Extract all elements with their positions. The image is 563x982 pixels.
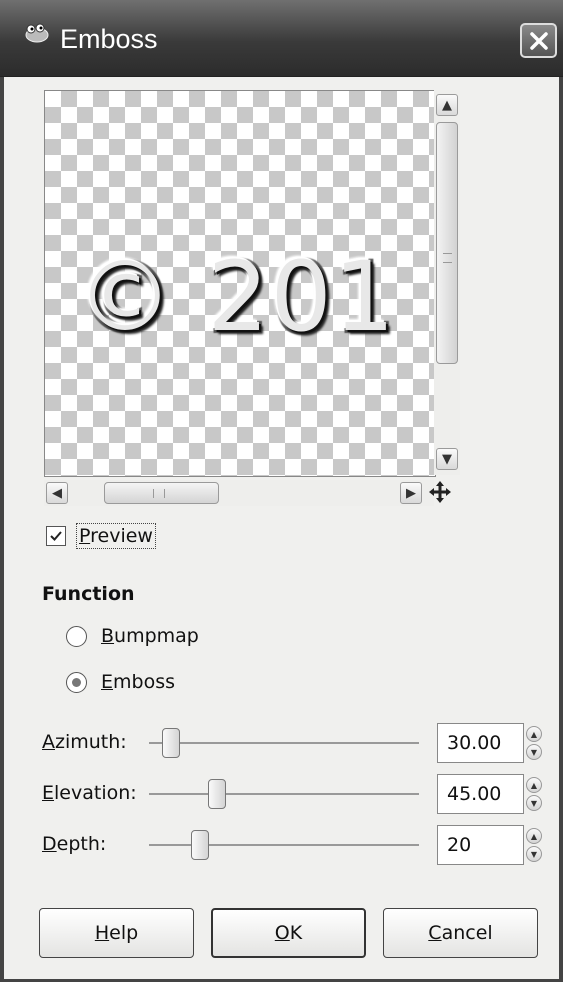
azimuth-value-field[interactable]: 30.00	[437, 723, 524, 763]
depth-slider-track[interactable]	[149, 844, 419, 846]
radio-button[interactable]	[66, 625, 87, 647]
ok-button[interactable]: OK	[211, 908, 366, 958]
elevation-spinner[interactable]: ▲ ▼	[524, 774, 544, 814]
depth-spinner[interactable]: ▲ ▼	[524, 825, 544, 865]
spin-up-icon[interactable]: ▲	[526, 726, 542, 742]
gimp-wilber-icon	[25, 23, 49, 43]
chevron-left-icon: ◀	[52, 485, 62, 501]
help-button[interactable]: Help	[39, 908, 194, 958]
scroll-down-button[interactable]: ▼	[436, 448, 458, 470]
spin-down-icon[interactable]: ▼	[526, 795, 542, 811]
radio-label: Emboss	[101, 671, 176, 693]
checkmark-icon	[50, 531, 62, 541]
radio-emboss[interactable]: Emboss	[66, 668, 175, 696]
close-icon	[529, 31, 548, 50]
preview-vertical-scrollbar[interactable]: ▲ ▼	[434, 90, 460, 475]
preview-canvas[interactable]: © 201	[44, 90, 436, 477]
depth-label: Depth:	[42, 833, 107, 855]
depth-slider-thumb[interactable]	[191, 830, 210, 860]
elevation-row: Elevation: 45.00 ▲ ▼	[4, 773, 559, 815]
window-title: Emboss	[60, 24, 158, 54]
radio-selected-dot	[72, 677, 81, 687]
scroll-up-button[interactable]: ▲	[436, 94, 458, 116]
scroll-right-button[interactable]: ▶	[400, 482, 422, 504]
azimuth-label: Azimuth:	[42, 731, 127, 753]
elevation-label: Elevation:	[42, 782, 137, 804]
preview-toggle[interactable]: Preview	[46, 521, 156, 551]
navigate-move-icon[interactable]	[428, 480, 452, 504]
spin-up-icon[interactable]: ▲	[526, 777, 542, 793]
chevron-down-icon: ▼	[442, 451, 452, 467]
preview-checkbox[interactable]	[46, 526, 66, 546]
depth-value-field[interactable]: 20	[437, 825, 524, 865]
spin-up-icon[interactable]: ▲	[526, 828, 542, 844]
vertical-scroll-thumb[interactable]	[436, 122, 458, 364]
chevron-up-icon: ▲	[442, 97, 452, 113]
chevron-right-icon: ▶	[406, 485, 416, 501]
radio-button[interactable]	[66, 671, 87, 693]
radio-label: Bumpmap	[101, 625, 199, 647]
elevation-slider-thumb[interactable]	[207, 779, 226, 809]
azimuth-slider-track[interactable]	[149, 742, 419, 744]
preview-horizontal-scrollbar[interactable]: ◀ ▶	[44, 480, 434, 506]
radio-bumpmap[interactable]: Bumpmap	[66, 622, 199, 650]
preview-image-text: © 201	[77, 241, 397, 353]
grip-icon	[443, 253, 452, 263]
function-section-title: Function	[42, 583, 135, 605]
depth-row: Depth: 20 ▲ ▼	[4, 824, 559, 866]
elevation-value-field[interactable]: 45.00	[437, 774, 524, 814]
azimuth-spinner[interactable]: ▲ ▼	[524, 723, 544, 763]
preview-label: Preview	[76, 523, 156, 549]
close-button[interactable]	[520, 23, 557, 58]
cancel-button[interactable]: Cancel	[383, 908, 538, 958]
horizontal-scroll-thumb[interactable]	[104, 482, 219, 504]
title-bar[interactable]: Emboss	[0, 0, 563, 77]
grip-icon	[153, 489, 165, 498]
azimuth-row: Azimuth: 30.00 ▲ ▼	[4, 722, 559, 764]
azimuth-slider-thumb[interactable]	[162, 728, 181, 758]
elevation-slider-track[interactable]	[149, 793, 419, 795]
emboss-dialog: Emboss © 201 ▲ ▼ ◀ ▶ Preview Function Bu…	[0, 0, 563, 982]
spin-down-icon[interactable]: ▼	[526, 846, 542, 862]
spin-down-icon[interactable]: ▼	[526, 744, 542, 760]
scroll-left-button[interactable]: ◀	[46, 482, 68, 504]
